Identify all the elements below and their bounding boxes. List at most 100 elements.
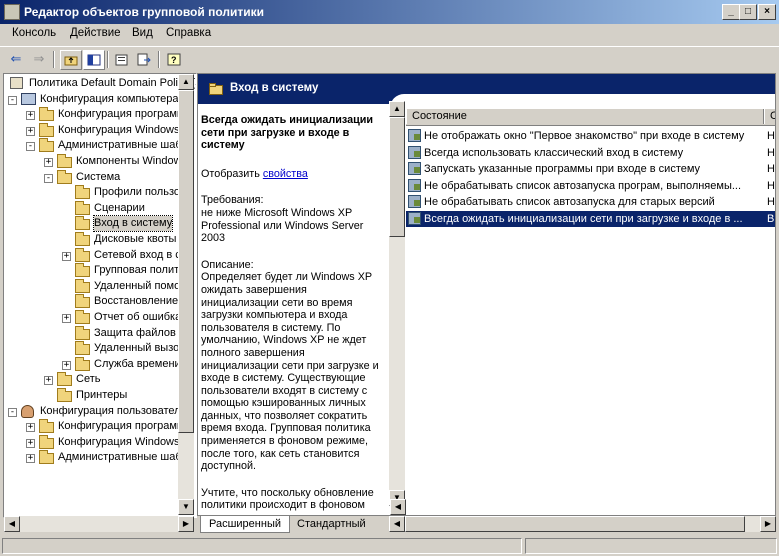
tree-item[interactable]: Принтеры <box>4 388 178 403</box>
tree-item[interactable]: Восстановление си <box>4 294 193 309</box>
tree-item-label: Конфигурация пользователя <box>40 405 187 417</box>
list-horizontal-scrollbar[interactable]: ◀ ▶ <box>389 516 776 532</box>
setting-state: Н <box>767 179 775 192</box>
scroll-right-button[interactable]: ▶ <box>760 516 776 532</box>
show-tree-icon[interactable] <box>83 50 105 70</box>
list-item[interactable]: Не обрабатывать список автозапуска прогр… <box>406 178 775 194</box>
tree-item[interactable]: Удаленный помощ <box>4 279 189 294</box>
expand-icon[interactable]: + <box>26 454 35 463</box>
expand-icon[interactable]: + <box>44 158 53 167</box>
expand-icon[interactable]: + <box>26 423 35 432</box>
tree-item[interactable]: Вход в систему <box>4 215 178 232</box>
forward-arrow-icon[interactable]: ⇒ <box>29 50 49 68</box>
list-item[interactable]: Не обрабатывать список автозапуска для с… <box>406 194 775 210</box>
column-state[interactable]: Состояние <box>406 109 764 124</box>
tree-item[interactable]: + Конфигурация программ <box>4 419 184 434</box>
policy-icon <box>10 77 23 89</box>
tree-item[interactable]: + Конфигурация Windows <box>4 123 180 138</box>
setting-state: Н <box>767 130 775 142</box>
close-button[interactable]: × <box>758 4 776 20</box>
tree-item[interactable]: + Сетевой вход в си <box>4 248 187 263</box>
toolbar-separator <box>53 51 55 68</box>
column-comment[interactable]: С <box>764 109 775 124</box>
tree-item[interactable]: + Сеть <box>4 372 178 387</box>
list-item[interactable]: Всегда использовать классический вход в … <box>406 145 775 161</box>
scroll-down-button[interactable]: ▼ <box>178 499 194 515</box>
setting-state: В <box>767 213 775 225</box>
expand-icon[interactable]: + <box>26 111 35 120</box>
scroll-right-button[interactable]: ▶ <box>178 516 194 532</box>
expand-icon[interactable]: + <box>26 127 35 136</box>
expand-icon[interactable]: + <box>62 314 71 323</box>
back-arrow-icon[interactable]: ⇐ <box>6 50 26 68</box>
collapse-icon[interactable]: - <box>8 408 17 417</box>
list-item[interactable]: Не отображать окно "Первое знакомство" п… <box>406 128 775 144</box>
tree-item[interactable]: + Конфигурация Windows <box>4 435 180 450</box>
tree-item[interactable]: - Административные шабло <box>4 138 194 153</box>
list-item[interactable]: Запускать указанные программы при входе … <box>406 161 775 177</box>
folder-icon <box>39 138 54 152</box>
menu-help[interactable]: Справка <box>166 27 211 39</box>
tree-item[interactable]: + Конфигурация программ <box>4 107 184 122</box>
menu-action[interactable]: Действие <box>70 27 121 39</box>
tree-item[interactable]: Защита файлов W <box>4 326 189 341</box>
scroll-left-button[interactable]: ◀ <box>4 516 20 532</box>
scroll-thumb[interactable] <box>405 516 745 532</box>
tree-item[interactable]: + Компоненты Windows <box>4 154 187 169</box>
scroll-left-button[interactable]: ◀ <box>390 499 406 515</box>
tree-item[interactable]: Удаленный вызов <box>4 341 185 356</box>
scroll-left-button[interactable]: ◀ <box>389 516 405 532</box>
tree-vertical-scrollbar[interactable]: ▲ ▼ <box>178 74 194 515</box>
expand-icon[interactable]: + <box>44 376 53 385</box>
scroll-up-button[interactable]: ▲ <box>389 101 405 117</box>
collapse-icon[interactable]: - <box>8 96 17 105</box>
tree-item[interactable]: Групповая полити <box>4 263 185 278</box>
tree-item-label: Сетевой вход в си <box>94 249 187 261</box>
expand-icon[interactable]: + <box>26 439 35 448</box>
menu-console[interactable]: Консоль <box>12 27 56 39</box>
requirements-label: Требования: <box>201 194 264 207</box>
help-icon[interactable]: ? <box>164 50 184 68</box>
expand-icon[interactable]: + <box>62 252 71 261</box>
scroll-thumb[interactable] <box>389 117 405 237</box>
maximize-button[interactable]: □ <box>739 4 757 20</box>
tree-item[interactable]: - Система <box>4 170 178 185</box>
tree-item[interactable]: Дисковые квоты <box>4 232 178 247</box>
scroll-up-button[interactable]: ▲ <box>178 74 194 90</box>
menu-view[interactable]: Вид <box>132 27 153 39</box>
tree-item-label: Защита файлов W <box>94 327 190 339</box>
tab-extended[interactable]: Расширенный <box>200 516 290 533</box>
expand-icon[interactable]: + <box>62 361 71 370</box>
properties-link[interactable]: свойства <box>263 168 308 180</box>
collapse-icon[interactable]: - <box>26 142 35 151</box>
tree-item[interactable]: Сценарии <box>4 201 178 216</box>
setting-name: Всегда ожидать инициализации сети при за… <box>424 213 743 225</box>
folder-icon <box>75 263 90 277</box>
up-folder-icon[interactable] <box>60 50 82 70</box>
tree-item[interactable]: Профили пользова <box>4 185 192 200</box>
tree-item[interactable]: - Конфигурация пользователя <box>4 404 187 419</box>
tree-horizontal-scrollbar[interactable]: ◀ ▶ <box>4 516 194 532</box>
minimize-button[interactable]: _ <box>722 4 740 20</box>
scroll-thumb[interactable] <box>178 90 194 433</box>
title-bar[interactable]: Редактор объектов групповой политики _ □… <box>0 0 779 24</box>
description-scrollbar[interactable]: ▲ ▼ <box>389 101 405 506</box>
tab-standard[interactable]: Стандартный <box>289 516 374 532</box>
export-list-icon[interactable] <box>134 50 154 68</box>
tree-item[interactable]: + Отчет об ошибках <box>4 310 187 325</box>
tree-item[interactable]: + Служба времени W <box>4 357 194 372</box>
folder-icon <box>75 310 90 324</box>
show-label: Отобразить <box>201 167 260 180</box>
collapse-icon[interactable]: - <box>44 174 53 183</box>
tree-item-label: Система <box>76 171 121 183</box>
settings-list: Состояние С Не отображать окно "Первое з… <box>406 109 775 506</box>
tree-item[interactable]: - Конфигурация компьютера <box>4 92 178 107</box>
app-icon <box>4 4 20 20</box>
list-item[interactable]: Всегда ожидать инициализации сети при за… <box>406 211 775 227</box>
tree-item[interactable]: Политика Default Domain Policy [SE <box>4 76 196 91</box>
properties-icon[interactable] <box>112 50 132 68</box>
tree-item-label: Компоненты Windows <box>76 155 188 167</box>
tree-item-label: Дисковые квоты <box>94 233 177 245</box>
tree-item[interactable]: + Административные шабло <box>4 450 194 465</box>
policy-setting-icon <box>408 195 421 209</box>
